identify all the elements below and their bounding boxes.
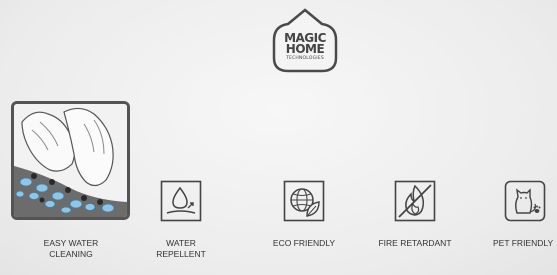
- feature-label-pet-friendly: PET FRIENDLY: [493, 238, 554, 248]
- eco-globe-leaf-icon: [283, 180, 325, 222]
- feature-label-water-repellent: WATER REPELLENT: [156, 238, 206, 259]
- easy-water-cleaning-photo: [11, 101, 130, 220]
- fire-retardant-icon: [394, 180, 436, 222]
- water-repellent-icon: [160, 180, 202, 222]
- logo-line-home: HOME: [285, 42, 325, 56]
- feature-label-fire-retardant: FIRE RETARDANT: [378, 238, 452, 248]
- feature-label-easy-water-cleaning: EASY WATER CLEANING: [43, 238, 99, 259]
- magic-home-logo: MAGIC HOME TECHNOLOGIES: [270, 8, 340, 74]
- feature-label-eco-friendly: ECO FRIENDLY: [272, 238, 336, 248]
- hands-cleaning-fabric-illustration: [14, 104, 127, 217]
- logo-line-technologies: TECHNOLOGIES: [286, 56, 324, 61]
- pet-friendly-icon: [504, 180, 546, 222]
